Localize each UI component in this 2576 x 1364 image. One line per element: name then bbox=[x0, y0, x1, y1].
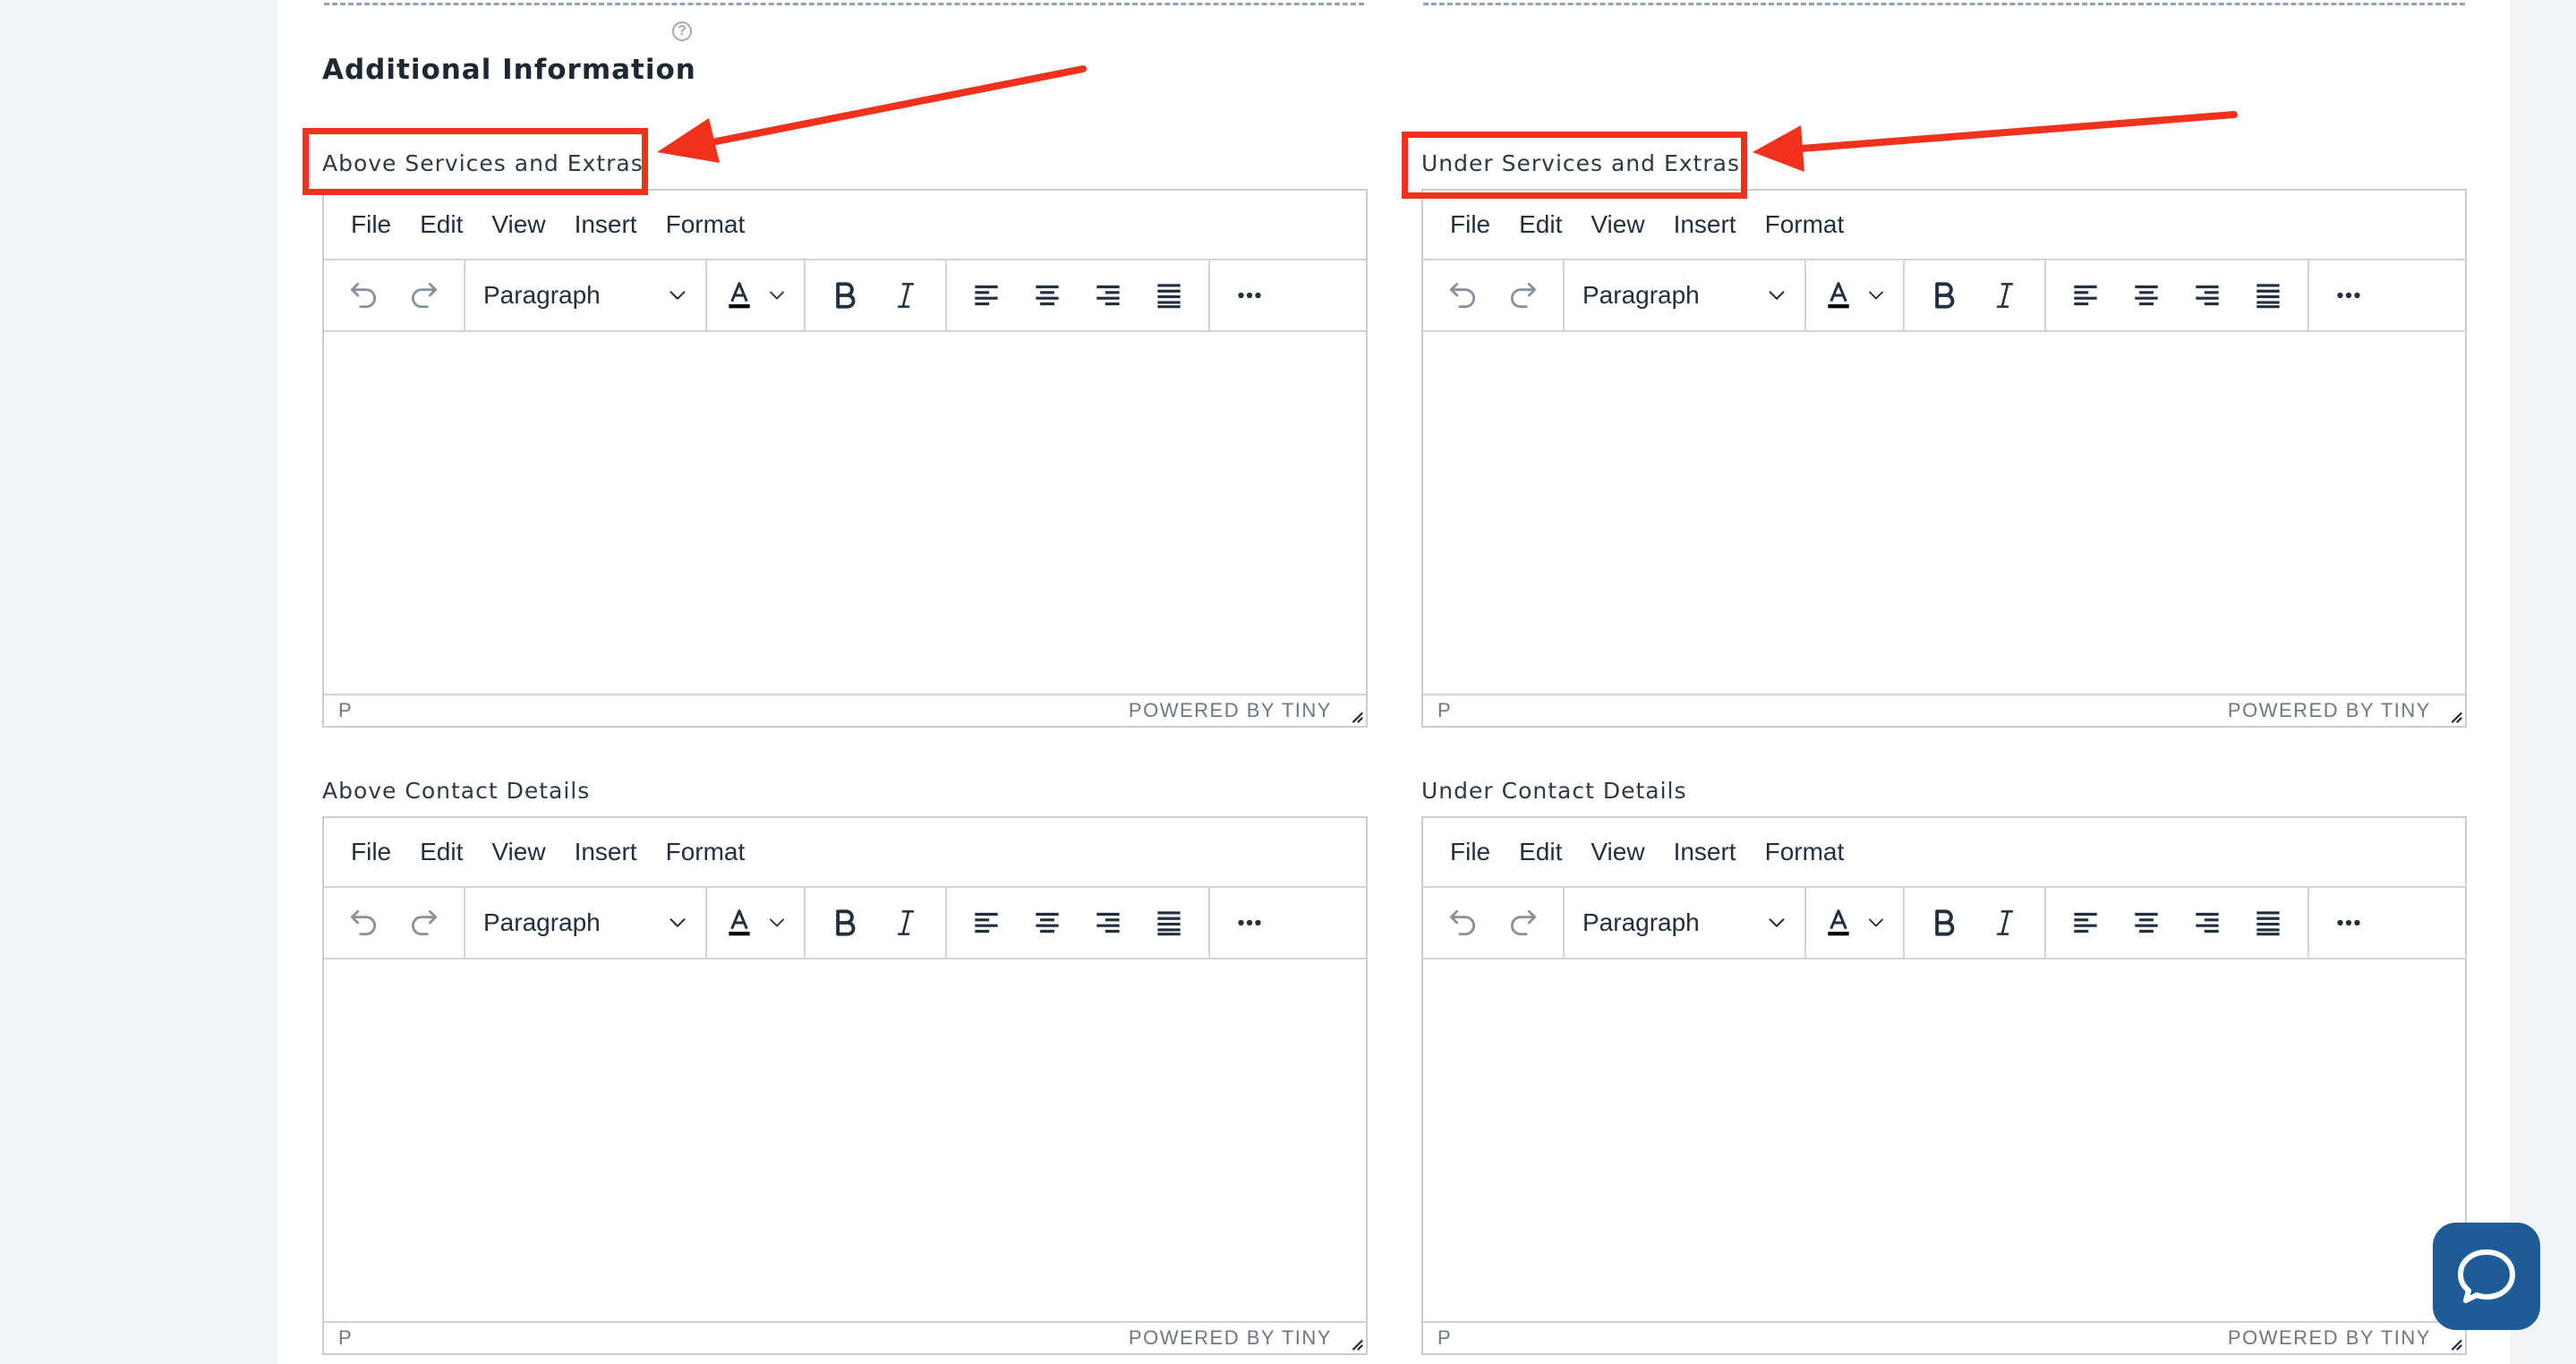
chat-bubble-icon bbox=[2458, 1249, 2515, 1303]
annotation-arrow-left bbox=[657, 65, 1087, 163]
annotation-arrow-right bbox=[1753, 111, 2238, 172]
annotation-arrows bbox=[657, 65, 2238, 172]
chat-widget-button[interactable] bbox=[2433, 1223, 2540, 1330]
